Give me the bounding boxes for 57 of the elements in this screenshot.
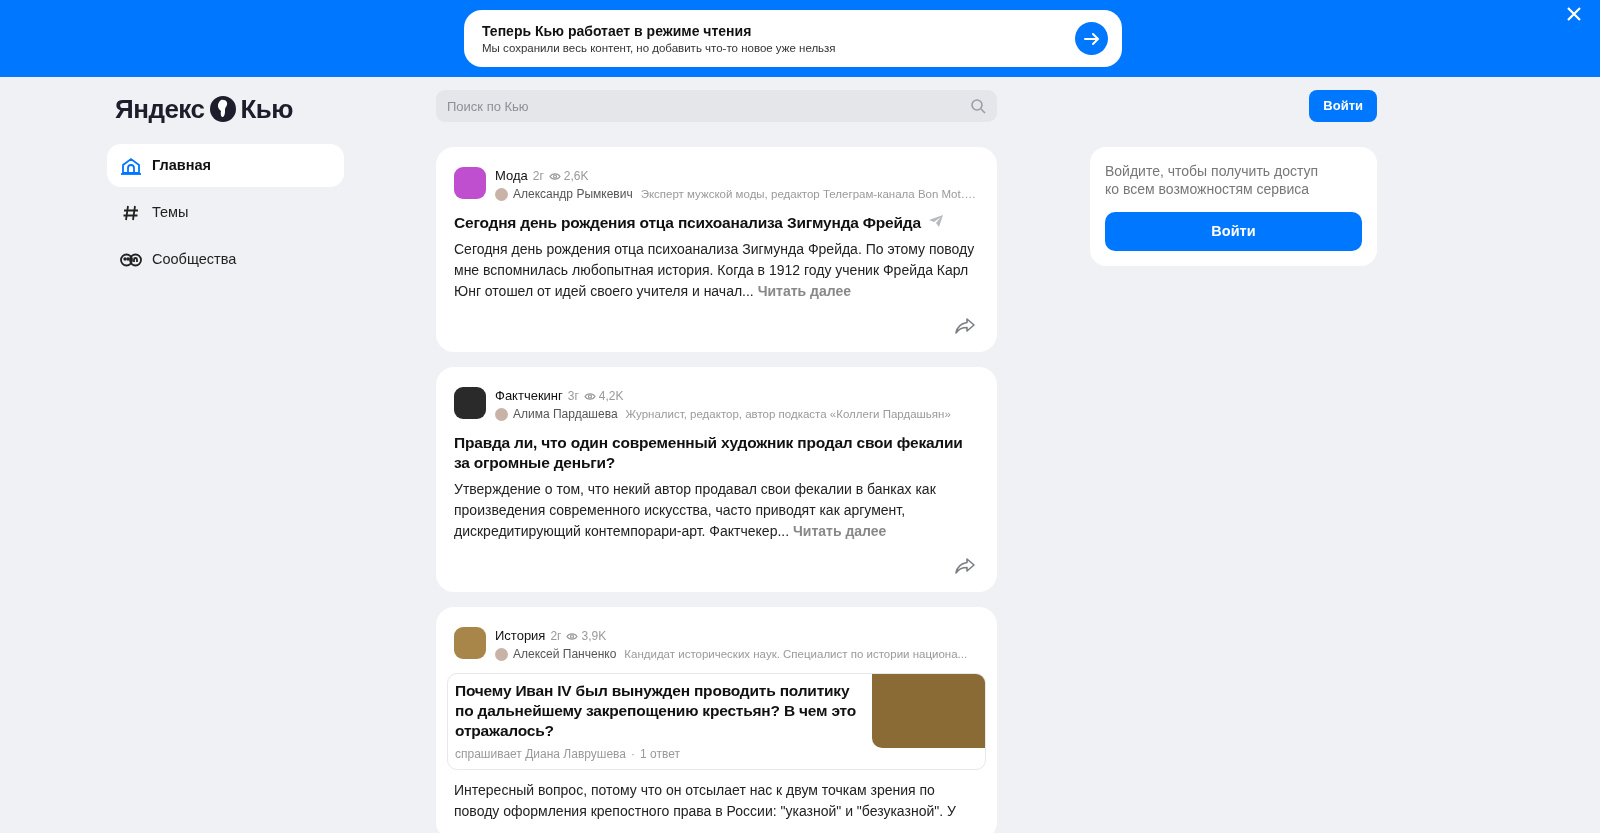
author-name[interactable]: Александр Рымкевич xyxy=(513,185,633,203)
view-count: 4,2K xyxy=(598,388,624,405)
author-name[interactable]: Алима Пардашева xyxy=(513,405,618,423)
search-field[interactable]: Поиск по Кью xyxy=(436,90,997,122)
home-icon xyxy=(121,156,141,175)
login-button[interactable]: Войти xyxy=(1105,212,1362,251)
announcement-card[interactable]: Теперь Кью работает в режиме чтения Мы сохранили весь контент, но добавить что-то новое уже нельзя xyxy=(464,10,1122,67)
author-description: Журналист, редактор, автор подкаста «Коллеги Пардашьян» xyxy=(625,407,951,422)
read-more-link[interactable]: Читать далее xyxy=(757,283,852,299)
answer-count: 1 ответ xyxy=(640,746,680,763)
eye-icon xyxy=(548,171,561,181)
channel-avatar xyxy=(454,387,486,419)
announcement-subtitle: Мы сохранили весь контент, но добавить что-то новое уже нельзя xyxy=(482,40,837,56)
post-excerpt: Утверждение о том, что некий автор продавал свои фекалии в банках как произведения современного искусства, часто приводят как аргумент, дискредитирующий контемпорари-арт. Фактчекер... Читать далее xyxy=(454,480,937,541)
eye-icon xyxy=(566,631,579,641)
login-button[interactable]: Войти xyxy=(1309,90,1377,122)
share-icon[interactable] xyxy=(955,318,975,334)
author-avatar xyxy=(495,187,508,201)
post-age: 2г xyxy=(532,168,544,185)
post-title[interactable]: Сегодня день рождения отца психоанализа Зигмунда Фрейда xyxy=(454,213,921,233)
logo-text[interactable]: Яндекс xyxy=(115,89,205,129)
close-icon[interactable] xyxy=(1566,6,1582,22)
author-avatar xyxy=(495,407,508,421)
question-card[interactable]: Почему Иван IV был вынужден проводить политику по дальнейшему закрепощению крестьян? В чем это отражалось? спрашивает Диана Лаврушева · 1 ответ xyxy=(447,673,986,770)
post-excerpt: Интересный вопрос, потому что он отсылает нас к двум точкам зрения по поводу оформления крепостного права в России: "указной" и "безуказной". У xyxy=(454,781,957,821)
author-name[interactable]: Алексей Панченко xyxy=(513,645,617,663)
view-count: 2,6K xyxy=(563,168,589,185)
nav-item[interactable]: Главная xyxy=(107,144,344,187)
nav-item[interactable]: Сообщества xyxy=(107,238,344,281)
login-prompt: Войдите, чтобы получить доступ ко всем возможностям сервиса xyxy=(1105,162,1320,198)
arrow-right-icon xyxy=(1083,31,1100,46)
share-icon[interactable] xyxy=(955,558,975,574)
hash-icon xyxy=(122,203,140,222)
post-age: 2г xyxy=(550,628,562,645)
communities-icon xyxy=(120,251,142,268)
post-excerpt: Сегодня день рождения отца психоанализа Зигмунда Фрейда. По этому поводу мне вспомнилась любопытная история. Когда в 1912 году ученик Фрейда Карл Юнг отошел от идей своего учителя и начал... Читать далее xyxy=(454,240,976,301)
post-age: 3г xyxy=(567,388,579,405)
search-icon[interactable] xyxy=(971,99,986,114)
channel-name[interactable]: Фактчекинг xyxy=(495,387,563,405)
separator-dot: · xyxy=(631,746,635,763)
nav-item[interactable]: Темы xyxy=(107,191,344,234)
eye-icon xyxy=(583,391,596,401)
channel-avatar xyxy=(454,627,486,659)
channel-name[interactable]: Мода xyxy=(495,167,528,185)
post-title[interactable]: Правда ли, что один современный художник продал свои фекалии за огромные деньги? xyxy=(454,433,979,473)
author-avatar xyxy=(495,647,508,661)
announcement-title: Теперь Кью работает в режиме чтения xyxy=(482,21,753,40)
view-count: 3,9K xyxy=(581,628,607,645)
author-description: Кандидат исторических наук. Специалист по истории национа... xyxy=(624,647,968,662)
question-asker: спрашивает Диана Лаврушева xyxy=(455,746,626,763)
author-description: Эксперт мужской моды, редактор Телеграм-канала Bon Mot…. xyxy=(640,187,976,202)
logo-text[interactable]: Кью xyxy=(240,89,294,129)
arrow-button[interactable] xyxy=(1075,22,1108,55)
channel-name[interactable]: История xyxy=(495,627,546,645)
channel-avatar xyxy=(454,167,486,199)
read-more-link[interactable]: Читать далее xyxy=(793,523,887,539)
question-title: Почему Иван IV был вынужден проводить политику по дальнейшему закрепощению крестьян? В чем это отражалось? xyxy=(455,681,857,741)
